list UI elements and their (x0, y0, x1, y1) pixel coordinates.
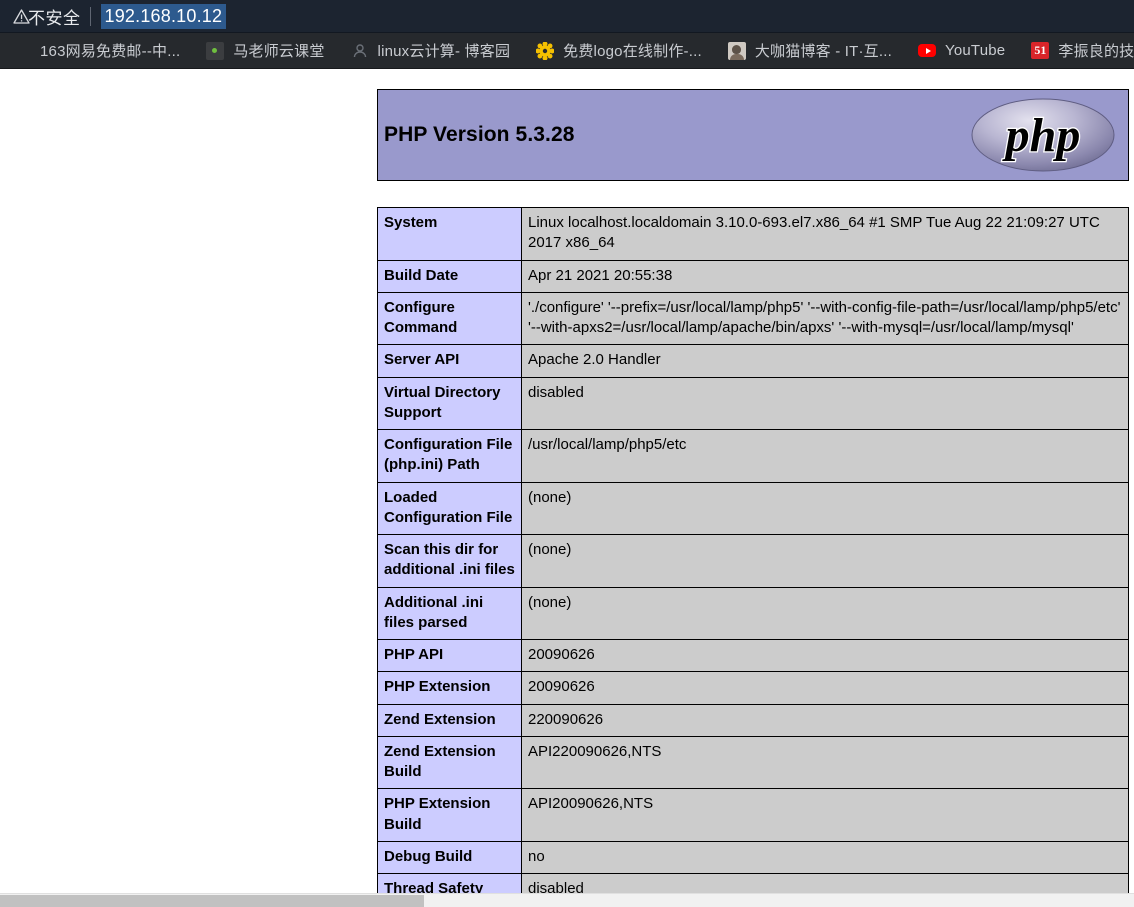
warning-triangle-icon (5, 9, 30, 24)
table-row: Build Date Apr 21 2021 20:55:38 (377, 259, 1129, 293)
bookmark-label: 免费logo在线制作-... (563, 43, 702, 60)
table-row: Configure Command './configure' '--prefix… (377, 291, 1129, 346)
table-cell-key: Loaded Configuration File (377, 481, 522, 535)
table-cell-key: Build Date (377, 259, 522, 293)
php-logo-icon: php (970, 96, 1116, 174)
table-cell-value: no (521, 840, 1129, 875)
php-banner: PHP Version 5.3.28 php (377, 89, 1129, 181)
horizontal-scrollbar[interactable] (0, 893, 1134, 907)
url-input[interactable]: 192.168.10.12 (100, 3, 227, 29)
bookmark-label: 李振良的技术博 (1058, 43, 1134, 60)
table-row: Zend Extension Build API220090626,NTS (377, 735, 1129, 790)
table-row: PHP Extension Build API20090626,NTS (377, 788, 1129, 842)
gear-favicon (536, 41, 555, 60)
table-cell-key: Additional .ini files parsed (377, 586, 522, 640)
table-row: Debug Build no (377, 840, 1129, 875)
table-row: Virtual Directory Support disabled (377, 376, 1129, 430)
table-cell-key: PHP API (377, 638, 522, 673)
phpinfo-document: PHP Version 5.3.28 php System Linux loca… (377, 89, 1129, 907)
bookmarks-bar: 163网易免费邮--中... 马老师云课堂 linux云计算- 博客园 免费logo在… (0, 33, 1134, 69)
table-cell-value: 20090626 (521, 638, 1129, 673)
table-cell-value: (none) (521, 481, 1129, 535)
table-cell-key: Server API (377, 344, 522, 378)
table-cell-key: PHP Extension (377, 671, 522, 705)
bookmark-label: 163网易免费邮--中... (40, 43, 181, 60)
table-row: Scan this dir for additional .ini files(… (377, 534, 1129, 588)
table-cell-key: Debug Build (377, 840, 522, 875)
security-status[interactable]: 不安全 (2, 4, 81, 29)
table-row: Server API Apache 2.0 Handler (377, 344, 1129, 378)
table-row: PHP Extension 20090626 (377, 671, 1129, 705)
table-cell-value: 220090626 (521, 703, 1129, 737)
table-cell-key: Zend Extension (377, 703, 522, 737)
browser-chrome: 不安全 192.168.10.12 163网易免费邮--中... 马老师云课堂 li… (0, 0, 1134, 69)
table-cell-key: Configuration File (php.ini) Path (377, 429, 522, 483)
table-row: Zend Extension 220090626 (377, 703, 1129, 737)
table-row: Loaded Configuration File (none) (377, 481, 1129, 535)
table-cell-value: './configure' '--prefix=/usr/local/lamp/… (521, 291, 1129, 346)
table-cell-value: (none) (521, 586, 1129, 640)
phpinfo-table-body: System Linux localhost.localdomain 3.10.0… (377, 207, 1129, 907)
person-favicon (351, 42, 369, 60)
table-cell-key: System (377, 207, 522, 261)
table-cell-key: Configure Command (377, 291, 522, 346)
table-cell-value: Linux localhost.localdomain 3.10.0-693.e… (521, 207, 1129, 261)
table-cell-key: PHP Extension Build (377, 788, 522, 842)
table-cell-value: API220090626,NTS (521, 735, 1129, 790)
bookmark-item[interactable]: 51 李振良的技术博 (1018, 37, 1134, 65)
bookmark-label: 大咖猫博客 - IT·互... (754, 43, 892, 60)
table-cell-value: /usr/local/lamp/php5/etc (521, 429, 1129, 483)
bookmark-item[interactable]: 马老师云课堂 (193, 37, 337, 65)
bookmark-item[interactable]: 免费logo在线制作-... (523, 37, 715, 65)
table-row: Additional .ini files parsed (none) (377, 586, 1129, 640)
horizontal-scrollbar-thumb[interactable] (0, 895, 424, 907)
bookmark-item[interactable]: 大咖猫博客 - IT·互... (715, 37, 905, 65)
bookmark-item[interactable]: 163网易免费邮--中... (0, 37, 193, 65)
page-viewport: PHP Version 5.3.28 php System Linux loca… (0, 69, 1134, 907)
page-title: PHP Version 5.3.28 (384, 123, 575, 146)
omnibox-divider (89, 6, 91, 26)
phpinfo-table: System Linux localhost.localdomain 3.10.0… (377, 207, 1129, 907)
table-cell-value: Apache 2.0 Handler (521, 344, 1129, 378)
table-cell-value: disabled (521, 376, 1129, 430)
bookmark-label: 马老师云课堂 (233, 43, 325, 60)
table-row: Configuration File (php.ini) Path/usr/lo… (377, 429, 1129, 483)
photo-favicon (727, 41, 746, 60)
table-cell-value: Apr 21 2021 20:55:38 (521, 259, 1129, 293)
security-label: 不安全 (28, 8, 81, 28)
bookmark-item[interactable]: linux云计算- 博客园 (338, 37, 524, 65)
bookmark-label: YouTube (945, 42, 1006, 59)
table-row: System Linux localhost.localdomain 3.10.0… (377, 207, 1129, 261)
table-cell-key: Virtual Directory Support (377, 376, 522, 430)
bookmark-label: linux云计算- 博客园 (377, 43, 511, 60)
table-row: PHP API 20090626 (377, 638, 1129, 673)
bookmark-item[interactable]: YouTube (905, 37, 1018, 65)
svg-text:php: php (1002, 109, 1081, 162)
table-cell-key: Zend Extension Build (377, 735, 522, 790)
omnibox[interactable]: 不安全 192.168.10.12 (0, 0, 1134, 33)
blank-favicon (13, 42, 31, 60)
51-badge-favicon: 51 (1031, 42, 1050, 59)
qr-code-favicon (206, 41, 225, 60)
table-cell-value: 20090626 (521, 671, 1129, 705)
table-cell-value: (none) (521, 534, 1129, 588)
table-cell-key: Scan this dir for additional .ini files (377, 534, 522, 588)
youtube-favicon (918, 44, 936, 57)
table-cell-value: API20090626,NTS (521, 788, 1129, 842)
